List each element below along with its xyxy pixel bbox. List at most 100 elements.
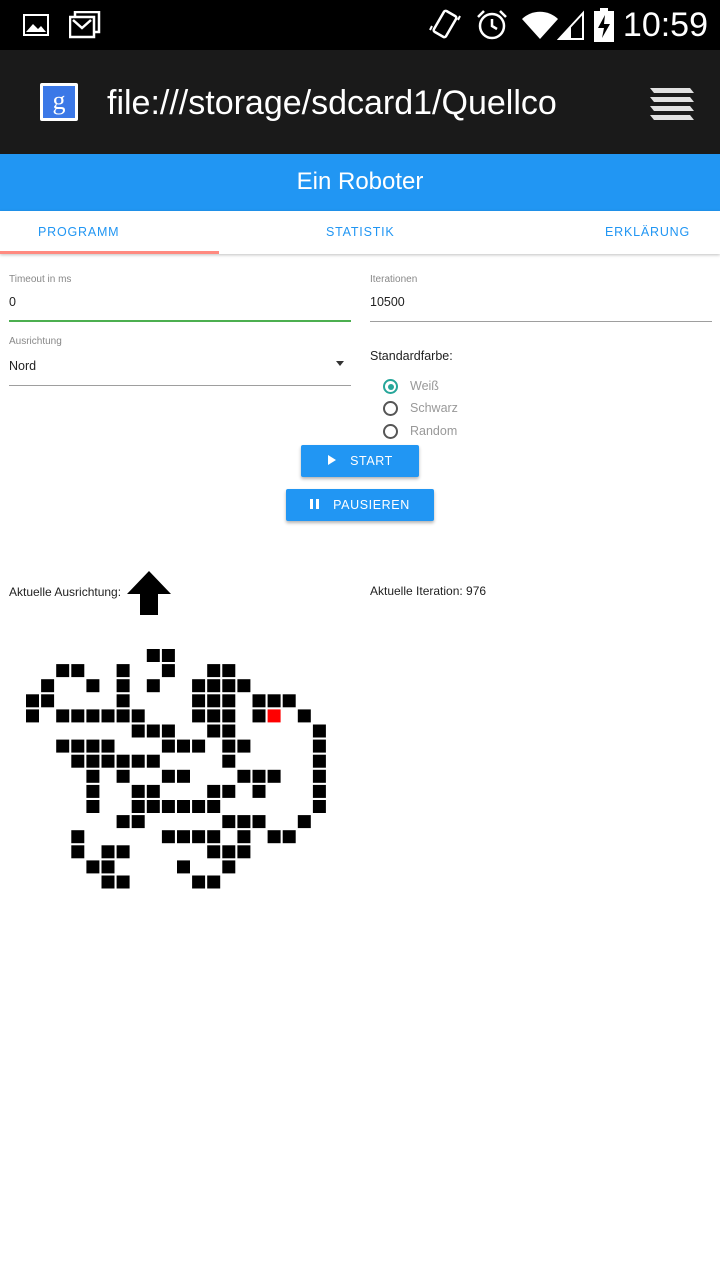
grid-cell (252, 815, 266, 829)
grid-cell (86, 754, 100, 768)
radio-random[interactable] (383, 424, 398, 439)
grid-cell (267, 830, 281, 844)
grid-cell (71, 664, 85, 678)
radio-weiss[interactable] (383, 379, 398, 394)
grid-cell (116, 815, 130, 829)
radio-schwarz-label[interactable]: Schwarz (410, 401, 458, 415)
grid-cell (116, 875, 130, 889)
grid-cell (161, 800, 175, 813)
stack-menu-icon[interactable] (646, 84, 698, 122)
current-direction-label: Aktuelle Ausrichtung: (9, 585, 122, 599)
grid-cell (192, 800, 206, 813)
timeout-input[interactable]: 0 (9, 295, 349, 309)
grid-cell (207, 784, 221, 798)
grid-cell (192, 739, 206, 753)
grid-cell (146, 724, 160, 738)
grid-cell (161, 769, 175, 783)
grid-cell (312, 800, 326, 813)
status-bar: 10:59 (0, 0, 720, 50)
grid-cell (237, 845, 251, 859)
grid-cell (192, 875, 206, 889)
grid-cell (222, 754, 236, 768)
up-arrow-icon (126, 570, 172, 616)
grid-cell (207, 830, 221, 844)
direction-label: Ausrichtung (9, 336, 62, 347)
grid-cell (222, 694, 236, 708)
grid-cell (101, 875, 115, 889)
iterations-label: Iterationen (370, 274, 418, 285)
grid-cell (56, 664, 70, 678)
grid-cell (177, 830, 190, 844)
grid-cell (207, 694, 221, 708)
radio-schwarz[interactable] (383, 401, 398, 416)
direction-select[interactable]: Nord (9, 359, 329, 373)
grid-cell (146, 784, 160, 798)
grid-cell (161, 724, 175, 738)
robot-cell (267, 709, 281, 723)
direction-underline (9, 385, 351, 386)
grid-cell (237, 769, 251, 783)
grid-cell (86, 800, 100, 813)
grid-cell (237, 679, 251, 693)
tab-statistik[interactable]: STATISTIK (326, 211, 395, 254)
status-clock: 10:59 (622, 6, 708, 44)
pause-button[interactable]: PAUSIEREN (286, 489, 434, 521)
grid-cell (86, 769, 100, 783)
grid-cell (177, 800, 190, 813)
iterations-input[interactable]: 10500 (370, 295, 710, 309)
url-field[interactable]: file:///storage/sdcard1/Quellco (107, 80, 605, 126)
grid-cell (146, 679, 160, 693)
grid-cell (192, 679, 206, 693)
vibrate-icon (428, 0, 462, 50)
start-button[interactable]: START (301, 445, 419, 477)
grid-cell (101, 709, 115, 723)
active-tab-indicator (0, 251, 219, 254)
grid-cell (237, 815, 251, 829)
grid-cell (237, 739, 251, 753)
grid-cell (252, 694, 266, 708)
radio-weiss-label[interactable]: Weiß (410, 379, 439, 393)
grid-cell (26, 709, 39, 723)
site-icon-letter: g (43, 86, 75, 118)
grid-cell (161, 664, 175, 678)
grid-cell (207, 724, 221, 738)
app-title-bar: Ein Roboter (0, 154, 720, 211)
grid-cell (192, 709, 206, 723)
grid-cell (131, 815, 145, 829)
radio-random-label[interactable]: Random (410, 424, 457, 438)
chevron-down-icon[interactable] (336, 361, 344, 366)
tab-erklaerung[interactable]: ERKLÄRUNG (605, 211, 690, 254)
grid-cell (116, 709, 130, 723)
grid-cell (131, 784, 145, 798)
grid-cell (207, 664, 221, 678)
grid-cell (101, 739, 115, 753)
grid-cell (222, 724, 236, 738)
gmail-icon (68, 0, 102, 50)
grid-cell (222, 815, 236, 829)
grid-cell (312, 739, 326, 753)
grid-cell (131, 800, 145, 813)
grid-cell (146, 754, 160, 768)
browser-url-bar: g file:///storage/sdcard1/Quellco (0, 50, 720, 154)
grid-cell (71, 754, 85, 768)
grid-cell (161, 830, 175, 844)
grid-cell (116, 694, 130, 708)
iterations-underline (370, 321, 712, 322)
grid-cell (297, 709, 311, 723)
grid-cell (222, 709, 236, 723)
grid-cell (222, 845, 236, 859)
default-color-label: Standardfarbe: (370, 349, 453, 363)
grid-cell (222, 664, 236, 678)
grid-cell (207, 875, 221, 889)
grid-cell (177, 769, 190, 783)
grid-cell (71, 845, 85, 859)
grid-cell (252, 709, 266, 723)
grid-cell (146, 800, 160, 813)
grid-cell (161, 739, 175, 753)
grid-cell (207, 845, 221, 859)
tab-programm[interactable]: PROGRAMM (38, 211, 119, 254)
page-title: Ein Roboter (296, 168, 424, 195)
image-icon (22, 0, 50, 50)
grid-cell (207, 800, 221, 813)
grid-cell (146, 649, 160, 662)
